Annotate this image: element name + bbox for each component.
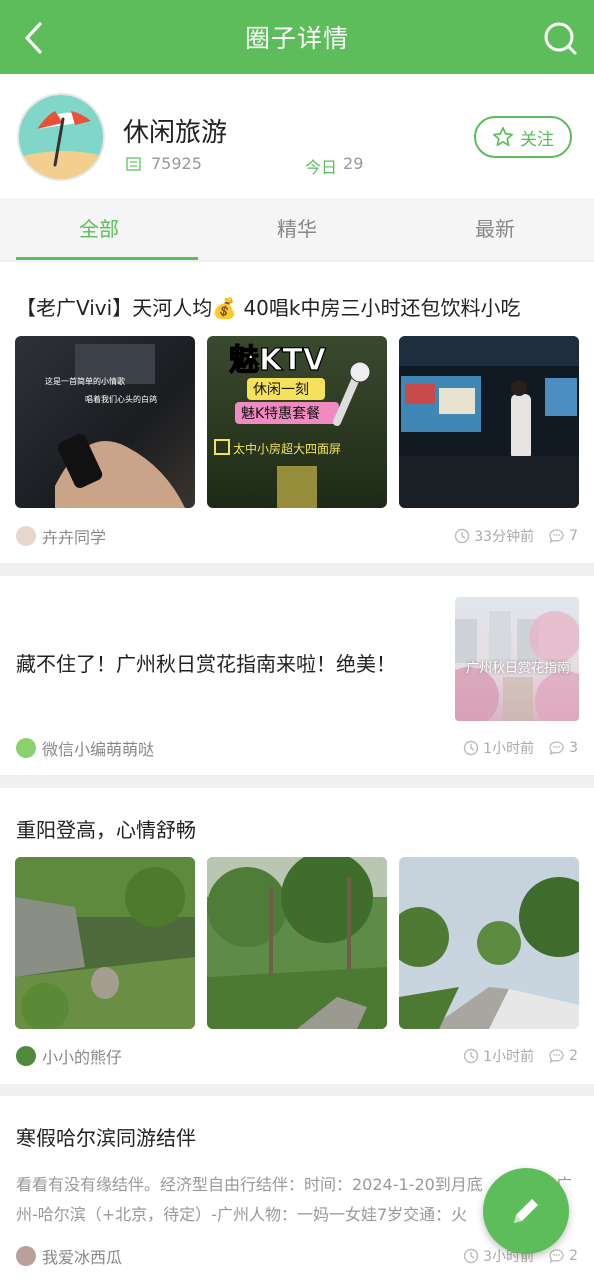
post-author[interactable]: 微信小编萌萌哒 [16,736,154,760]
clock-icon [463,1048,479,1064]
author-name: 小小的熊仔 [42,1048,123,1067]
post-stats: 1小时前 3 [463,738,578,758]
today-posts: 今日 29 [305,154,363,178]
tab-featured[interactable]: 精华 [198,198,396,260]
thumbnail-caption: 广州秋日赏花指南 [465,661,570,676]
svg-text:魅KTV: 魅KTV [229,343,327,378]
author-avatar [16,526,36,546]
member-count-value: 75925 [151,154,202,173]
svg-text:太中小房超大四面屏: 太中小房超大四面屏 [233,441,341,456]
follow-button[interactable]: 关注 [474,116,572,158]
post-image[interactable] [15,857,195,1029]
back-arrow-icon[interactable] [14,18,54,58]
post-images: 这是一首简单的小情歌 唱着我们心头的白鸽 魅KTV 休闲一刻 魅K特惠套餐 太中… [15,336,579,508]
today-count: 29 [343,154,364,173]
post-meta: 微信小编萌萌哒 1小时前 3 [16,736,578,760]
star-icon [493,127,513,147]
tab-bar: 全部 精华 最新 [0,198,594,260]
post-card[interactable]: 重阳登高，心情舒畅 小小的熊仔 1小时前 2 [0,788,594,1084]
post-title[interactable]: 藏不住了！广州秋日赏花指南来啦！绝美！ [16,648,396,677]
comment-count: 7 [569,528,578,544]
post-author[interactable]: 小小的熊仔 [16,1044,122,1068]
svg-text:魅K特惠套餐: 魅K特惠套餐 [241,406,320,422]
post-image[interactable] [207,857,387,1029]
svg-text:这是一首简单的小情歌: 这是一首简单的小情歌 [45,376,125,386]
follow-label: 关注 [520,129,554,150]
comment-count: 2 [569,1248,578,1264]
post-comments[interactable]: 7 [548,528,578,544]
post-stats: 1小时前 2 [463,1046,578,1066]
post-author[interactable]: 我爱冰西瓜 [16,1244,122,1268]
post-image[interactable]: 这是一首简单的小情歌 唱着我们心头的白鸽 [15,336,195,508]
clock-icon [455,528,470,544]
post-time-text: 1小时前 [483,1049,535,1065]
member-count: 75925 [125,154,202,173]
comment-count: 3 [569,740,578,756]
svg-text:唱着我们心头的白鸽: 唱着我们心头的白鸽 [85,394,157,404]
post-title[interactable]: 寒假哈尔滨同游结伴 [16,1122,196,1151]
post-image[interactable] [399,336,579,508]
excerpt-line: 看看有没有缘结伴。经济型自由行结伴：时间：2024-1-20到月底 [16,1175,483,1194]
group-avatar [17,93,105,181]
group-info: 休闲旅游 75925 今日 29 关注 [0,74,594,198]
author-name: 我爱冰西瓜 [42,1248,123,1267]
post-meta: 小小的熊仔 1小时前 2 [16,1044,578,1068]
tab-all[interactable]: 全部 [0,198,198,260]
page-title: 圈子详情 [244,24,349,53]
post-images [15,857,579,1029]
author-avatar [16,1246,36,1266]
comment-icon [549,1049,564,1064]
post-card[interactable]: 藏不住了！广州秋日赏花指南来啦！绝美！ 广州秋日赏花指南 微信小编萌萌哒 1小时… [0,576,594,775]
post-thumbnail[interactable]: 广州秋日赏花指南 [455,597,579,721]
post-comments[interactable]: 2 [548,1248,578,1264]
post-time: 1小时前 [463,1046,534,1066]
post-card[interactable]: 【老广Vivi】天河人均💰 40唱k中房三小时还包饮料小吃 这是一首简单的小情歌… [0,262,594,563]
post-time: 1小时前 [463,738,534,758]
post-image[interactable] [399,857,579,1029]
pencil-icon [514,1199,538,1223]
post-image[interactable]: 魅KTV 休闲一刻 魅K特惠套餐 太中小房超大四面屏 [207,336,387,508]
tab-latest[interactable]: 最新 [396,198,594,260]
members-icon [126,156,141,171]
top-bar: 圈子详情 [0,0,594,74]
post-comments[interactable]: 3 [548,740,578,756]
post-stats: 33分钟前 7 [454,526,578,546]
beach-umbrella-icon [19,95,103,179]
post-time-text: 1小时前 [483,741,535,757]
svg-text:休闲一刻: 休闲一刻 [253,382,309,398]
post-author[interactable]: 卉卉同学 [16,524,106,548]
post-meta: 我爱冰西瓜 3小时前 2 [16,1244,578,1268]
post-comments[interactable]: 2 [548,1048,578,1064]
comment-icon [549,741,564,756]
author-avatar [16,1046,36,1066]
author-avatar [16,738,36,758]
post-title[interactable]: 重阳登高，心情舒畅 [16,814,196,843]
comment-icon [549,1249,564,1264]
post-meta: 卉卉同学 33分钟前 7 [16,524,578,548]
clock-icon [463,740,479,756]
post-time: 33分钟前 [454,526,534,546]
comment-count: 2 [569,1048,578,1064]
author-name: 卉卉同学 [42,528,107,547]
search-icon[interactable] [540,18,580,58]
clock-icon [463,1248,479,1264]
post-title[interactable]: 【老广Vivi】天河人均💰 40唱k中房三小时还包饮料小吃 [16,292,520,321]
post-time-text: 33分钟前 [474,529,535,545]
today-label: 今日 [305,158,338,177]
compose-button[interactable] [483,1168,569,1254]
comment-icon [549,529,564,544]
author-name: 微信小编萌萌哒 [42,740,155,759]
group-name: 休闲旅游 [123,118,228,148]
